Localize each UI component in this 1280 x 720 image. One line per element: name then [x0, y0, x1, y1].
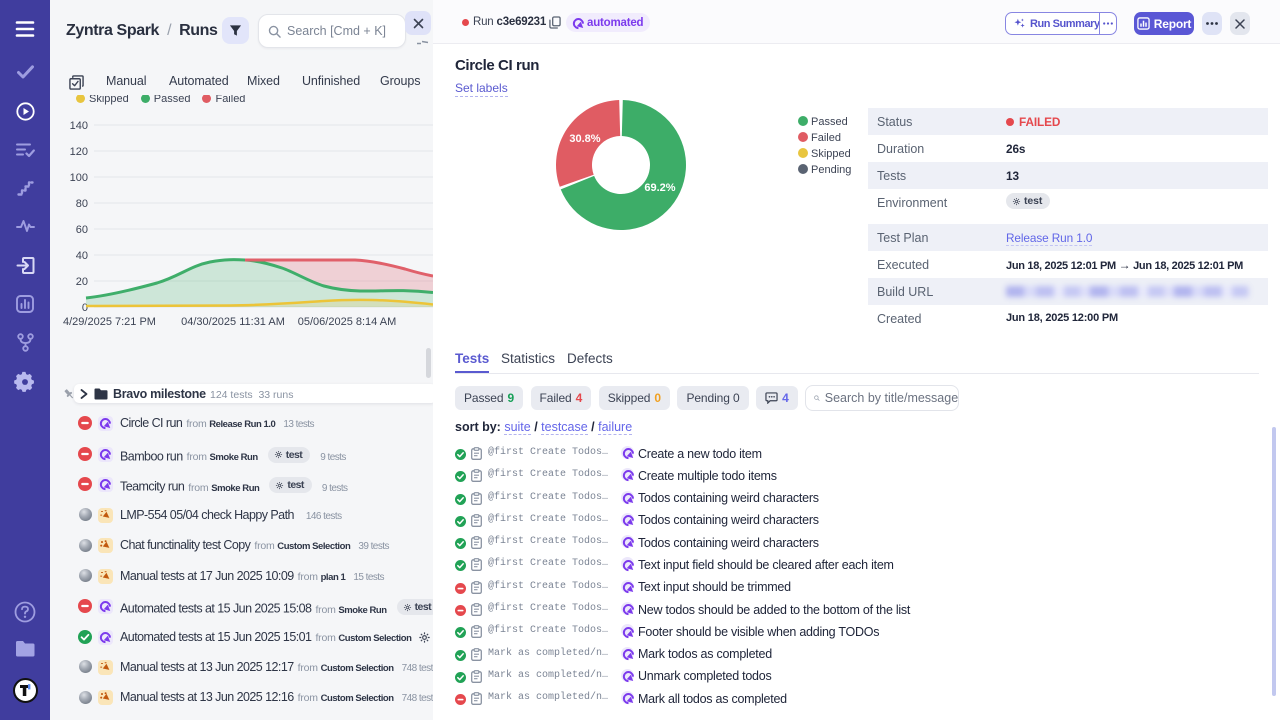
- svg-text:20: 20: [76, 276, 88, 288]
- svg-text:69.2%: 69.2%: [644, 182, 675, 194]
- svg-text:100: 100: [70, 172, 88, 184]
- svg-text:120: 120: [70, 146, 88, 158]
- svg-text:140: 140: [70, 120, 88, 132]
- svg-text:4/29/2025 7:21 PM: 4/29/2025 7:21 PM: [63, 316, 156, 328]
- svg-text:05/06/2025 8:14 AM: 05/06/2025 8:14 AM: [298, 316, 396, 328]
- svg-text:30.8%: 30.8%: [569, 133, 600, 145]
- svg-text:40: 40: [76, 250, 88, 262]
- svg-text:60: 60: [76, 224, 88, 236]
- svg-text:04/30/2025 11:31 AM: 04/30/2025 11:31 AM: [181, 316, 285, 328]
- svg-text:80: 80: [76, 198, 88, 210]
